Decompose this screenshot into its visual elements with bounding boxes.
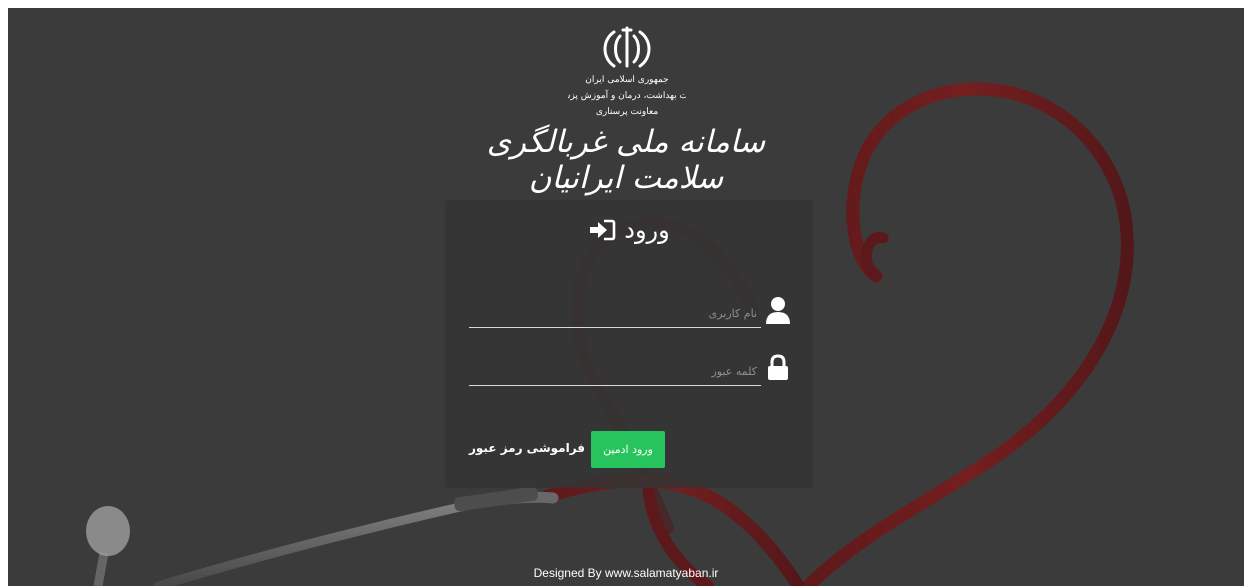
- login-page: جمهوری اسلامی ایران وزارت بهداشت، درمان …: [8, 8, 1244, 586]
- lock-icon: [768, 354, 788, 380]
- admin-login-button[interactable]: ورود ادمین: [591, 431, 665, 468]
- sign-in-icon: [590, 219, 616, 241]
- login-form: ورود ورود ادمین فراموشی رمز عبور: [445, 200, 813, 488]
- user-icon: [766, 297, 790, 324]
- password-input[interactable]: [469, 358, 761, 386]
- emblem-line-2: وزارت بهداشت، درمان و آموزش پزشکی: [568, 89, 686, 101]
- login-heading: ورود: [445, 216, 813, 244]
- emblem-line-1: جمهوری اسلامی ایران: [585, 75, 669, 85]
- system-title: سامانه ملی غربالگری سلامت ایرانیان: [486, 124, 766, 196]
- emblem-line-3: معاونت پرستاری: [596, 107, 658, 117]
- footer-credit: Designed By www.salamatyaban.ir: [533, 566, 719, 580]
- username-input[interactable]: [469, 300, 761, 328]
- username-row: [469, 288, 791, 328]
- forgot-password-link[interactable]: فراموشی رمز عبور: [469, 441, 585, 455]
- password-row: [469, 346, 791, 386]
- iran-emblem-icon: جمهوری اسلامی ایران وزارت بهداشت، درمان …: [568, 26, 686, 117]
- login-title: ورود: [624, 216, 670, 244]
